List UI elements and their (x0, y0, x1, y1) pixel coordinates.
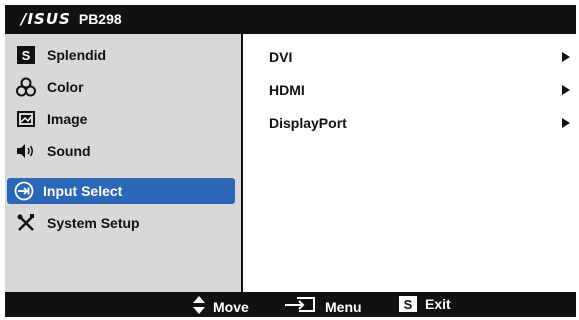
input-select-icon (13, 180, 35, 202)
menu-item-label: Splendid (47, 47, 107, 63)
menu-item-label: Sound (47, 143, 91, 159)
right-triangle-icon (562, 82, 570, 98)
menu-item-system-setup[interactable]: System Setup (5, 208, 241, 238)
color-circles-icon (15, 76, 37, 98)
move-hint: Move (193, 296, 249, 317)
menu-hint: Menu (283, 296, 362, 317)
sidebar-menu: S Splendid Color Image Sound Input Selec… (5, 34, 241, 292)
option-hdmi[interactable]: HDMI (269, 78, 574, 102)
s-key-icon: S (399, 296, 417, 312)
image-icon (15, 108, 37, 130)
model-name: PB298 (78, 10, 122, 27)
menu-item-splendid[interactable]: S Splendid (5, 40, 241, 70)
menu-item-input-select[interactable]: Input Select (7, 178, 235, 204)
option-label: HDMI (269, 82, 305, 98)
menu-item-label: Image (47, 111, 88, 127)
menu-item-label: Input Select (43, 183, 123, 199)
right-triangle-icon (562, 49, 570, 65)
menu-item-label: Color (47, 79, 84, 95)
splendid-s-icon: S (15, 44, 37, 66)
speaker-icon (15, 140, 37, 162)
menu-item-label: System Setup (47, 215, 140, 231)
svg-text:S: S (22, 48, 31, 63)
option-label: DVI (269, 49, 293, 65)
option-dvi[interactable]: DVI (269, 45, 574, 69)
asus-logo: /ISUS (21, 9, 71, 28)
menu-item-sound[interactable]: Sound (5, 136, 241, 166)
tools-icon (15, 212, 37, 234)
osd-window: /ISUS PB298 S Splendid Color Image Sound… (5, 5, 576, 317)
menu-item-color[interactable]: Color (5, 72, 241, 102)
right-triangle-icon (562, 115, 570, 131)
move-label: Move (213, 298, 249, 315)
up-down-arrows-icon (193, 296, 213, 317)
footer-hint-bar: Move Menu S Exit (5, 294, 576, 317)
menu-label: Menu (325, 298, 362, 315)
option-label: DisplayPort (269, 115, 347, 131)
submenu-panel: DVI HDMI DisplayPort (243, 34, 576, 292)
menu-item-image[interactable]: Image (5, 104, 241, 134)
option-displayport[interactable]: DisplayPort (269, 111, 574, 135)
enter-icon (283, 296, 325, 317)
title-bar: /ISUS PB298 (5, 5, 576, 32)
exit-label: Exit (425, 296, 451, 312)
exit-hint: S Exit (399, 296, 451, 312)
